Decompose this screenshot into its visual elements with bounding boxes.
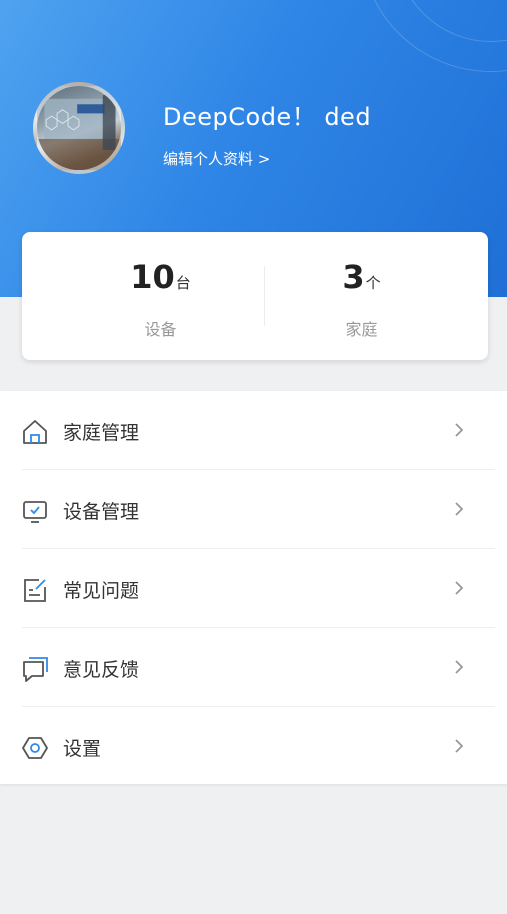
chevron-right-icon [452,500,466,518]
menu-item-faq[interactable]: 常见问题 [0,549,507,627]
chevron-right-icon [452,737,466,755]
menu-item-label: 设备管理 [63,501,140,523]
home-icon [21,418,49,446]
avatar[interactable] [33,82,125,174]
chevron-right-icon [452,579,466,597]
avatar-image [37,95,121,170]
stat-unit: 台 [175,274,191,292]
stat-families-count: 3个 [245,258,478,296]
menu-item-device-management[interactable]: 设备管理 [0,470,507,548]
monitor-icon [21,497,49,525]
hexagon-settings-icon [21,734,49,762]
edit-note-icon [21,576,49,604]
chevron-right-icon [452,421,466,439]
stat-label: 家庭 [345,320,378,339]
chat-bubble-icon [21,655,49,683]
menu-item-feedback[interactable]: 意见反馈 [0,628,507,706]
username: DeepCode！ ded [163,103,372,131]
stat-devices[interactable]: 10台 设备 [44,232,277,360]
stat-label: 设备 [144,320,177,339]
menu-item-label: 家庭管理 [63,422,140,444]
stat-value: 3 [342,258,365,296]
menu-item-label: 设置 [63,738,102,760]
stat-unit: 个 [365,274,381,292]
menu-item-label: 意见反馈 [63,659,140,681]
chevron-right-icon [452,658,466,676]
settings-menu: 家庭管理 设备管理 常见问题 意见反馈 设置 [0,391,507,784]
stat-families[interactable]: 3个 家庭 [245,232,478,360]
stat-value: 10 [130,258,175,296]
menu-item-settings[interactable]: 设置 [0,707,507,785]
edit-profile-link[interactable]: 编辑个人资料 > [163,148,270,169]
stat-devices-count: 10台 [44,258,277,296]
menu-item-family-management[interactable]: 家庭管理 [0,391,507,469]
menu-item-label: 常见问题 [63,580,140,602]
stats-card: 10台 设备 3个 家庭 [22,232,488,360]
